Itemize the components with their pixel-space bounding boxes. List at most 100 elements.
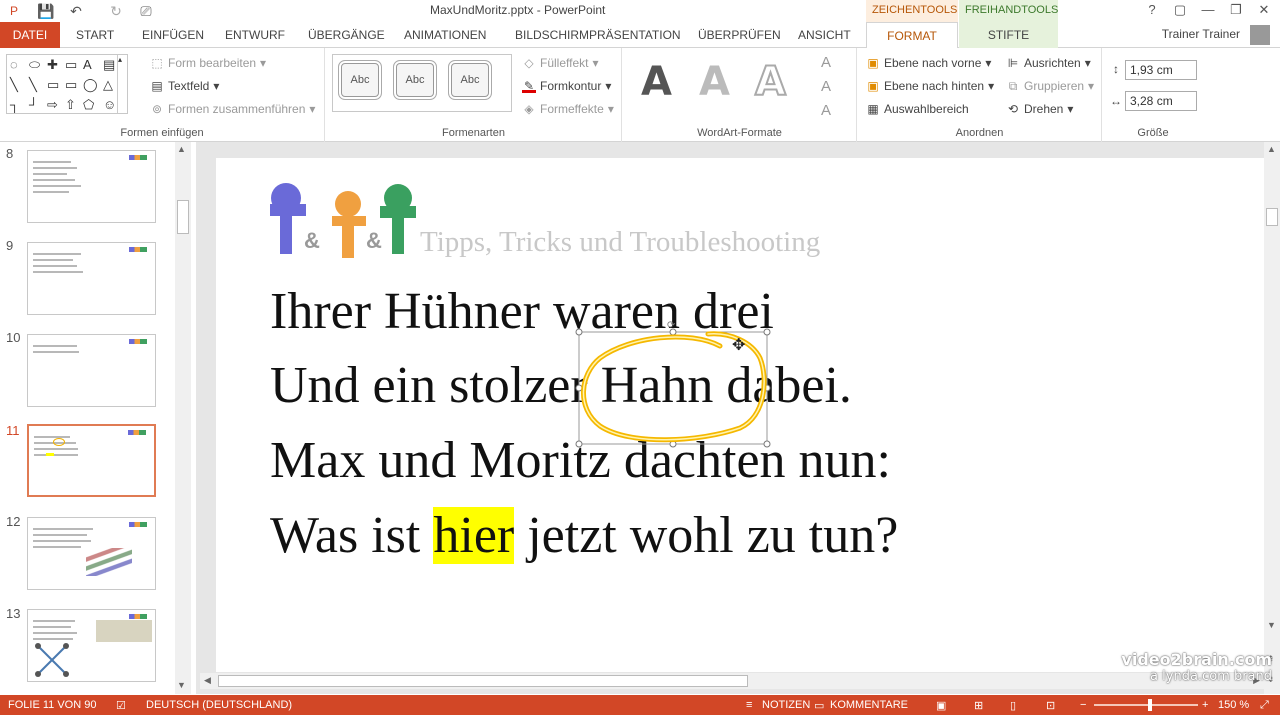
textfeld-button[interactable]: ▤ Textfeld ▾ — [150, 79, 219, 93]
shape-icon[interactable]: A — [83, 57, 92, 72]
tab-format[interactable]: FORMAT — [866, 22, 958, 49]
notes-button[interactable]: NOTIZEN — [762, 699, 810, 711]
ribbon-display-button[interactable]: ▢ — [1166, 0, 1194, 20]
slideshow-icon[interactable]: ⊡ — [1046, 699, 1055, 712]
shapes-gallery[interactable]: ◌ ⬭ ✚ ▭ A ▤ ╲ ╲ ▭ ▭ ◯ △ ┐ ┘ ⇨ ⇧ ⬠ ☺ ▴ — [6, 54, 128, 114]
zoom-level[interactable]: 150 % — [1218, 699, 1249, 711]
shape-icon[interactable]: ╲ — [29, 77, 37, 93]
reading-view-icon[interactable]: ▯ — [1010, 699, 1016, 712]
shape-icon[interactable]: ╲ — [10, 77, 18, 93]
tab-entwurf[interactable]: ENTWURF — [213, 22, 297, 48]
shape-icon[interactable]: △ — [103, 77, 113, 93]
user-account[interactable]: Trainer Trainer — [1162, 27, 1240, 41]
normal-view-icon[interactable]: ▣ — [936, 699, 946, 712]
minimize-button[interactable]: — — [1194, 0, 1222, 20]
tab-einfuegen[interactable]: EINFÜGEN — [130, 22, 216, 48]
formeffekte-button[interactable]: ◈ Formeffekte ▾ — [522, 102, 613, 116]
redo-icon[interactable]: ↻ — [106, 1, 126, 21]
spellcheck-icon[interactable]: ☑ — [116, 699, 126, 712]
shape-icon[interactable]: ☺ — [103, 97, 116, 112]
text-outline-icon[interactable]: A — [821, 78, 831, 95]
shape-style-1[interactable]: Abc — [338, 60, 382, 100]
shape-icon[interactable]: ▭ — [47, 77, 59, 93]
slide-thumbnail-8[interactable] — [27, 150, 156, 223]
help-button[interactable]: ? — [1138, 0, 1166, 20]
auswahlbereich-button[interactable]: ▦ Auswahlbereich — [866, 102, 968, 116]
gruppieren-button[interactable]: ⧉ Gruppieren ▾ — [1006, 79, 1094, 93]
ink-annotation[interactable]: ⟳ ✥ — [570, 318, 780, 458]
fit-to-window-icon[interactable]: ⤢ — [1260, 699, 1269, 712]
comments-button[interactable]: KOMMENTARE — [830, 699, 908, 711]
slide-thumbnail-11[interactable] — [27, 424, 156, 497]
tab-ansicht[interactable]: ANSICHT — [786, 22, 863, 48]
wordart-style-3[interactable]: A — [754, 59, 787, 105]
slide-thumbnail-13[interactable] — [27, 609, 156, 682]
horizontal-scrollbar[interactable]: ◀ ▶ — [200, 673, 1264, 689]
shape-icon[interactable]: ⬭ — [29, 57, 40, 73]
vertical-scrollbar[interactable]: ▲ ▼ ⇞ ⇟ — [1264, 142, 1280, 694]
gallery-scroll-icon[interactable]: ▴ — [117, 55, 127, 113]
width-input[interactable]: 3,28 cm — [1125, 91, 1197, 111]
shape-icon[interactable]: ⇨ — [47, 97, 58, 113]
slide-thumbnail-9[interactable] — [27, 242, 156, 315]
shape-icon[interactable]: ◌ — [10, 57, 18, 72]
zoom-slider-thumb[interactable] — [1148, 699, 1152, 711]
wordart-style-1[interactable]: A — [641, 60, 672, 104]
tab-animationen[interactable]: ANIMATIONEN — [392, 22, 498, 48]
shape-style-3[interactable]: Abc — [448, 60, 492, 100]
scroll-up-icon[interactable]: ▲ — [177, 144, 186, 154]
slide-thumbnail-12[interactable] — [27, 517, 156, 590]
tab-stifte[interactable]: STIFTE — [959, 22, 1058, 48]
drehen-button[interactable]: ⟲ Drehen ▾ — [1006, 102, 1073, 116]
shape-icon[interactable]: ⇧ — [65, 97, 76, 113]
scrollbar-thumb[interactable] — [177, 200, 189, 234]
scroll-up-icon[interactable]: ▲ — [1267, 144, 1276, 154]
tab-start[interactable]: START — [64, 22, 126, 48]
scroll-down-icon[interactable]: ▼ — [177, 680, 186, 690]
thumbnail-scrollbar[interactable]: ▲ ▼ — [175, 142, 191, 694]
restore-button[interactable]: ❐ — [1222, 0, 1250, 20]
formkontur-button[interactable]: ✎ Formkontur ▾ — [522, 79, 611, 93]
zoom-in-icon[interactable]: + — [1202, 699, 1208, 711]
scroll-left-icon[interactable]: ◀ — [204, 675, 211, 686]
tab-ueberpruefen[interactable]: ÜBERPRÜFEN — [686, 22, 793, 48]
shape-icon[interactable]: ⬠ — [83, 97, 94, 113]
tab-datei[interactable]: DATEI — [0, 22, 60, 48]
scrollbar-thumb[interactable] — [1266, 208, 1278, 226]
shape-icon[interactable]: ▤ — [103, 57, 115, 73]
form-bearbeiten-button[interactable]: ⬚ Form bearbeiten ▾ — [150, 56, 266, 70]
undo-icon[interactable]: ↶ — [66, 1, 86, 21]
tab-uebergaenge[interactable]: ÜBERGÄNGE — [296, 22, 397, 48]
shape-style-2[interactable]: Abc — [393, 60, 437, 100]
avatar[interactable] — [1250, 25, 1270, 45]
formen-zusammenfuehren-button[interactable]: ⊚ Formen zusammenführen ▾ — [150, 102, 315, 116]
scroll-down-icon[interactable]: ▼ — [1267, 620, 1276, 630]
notes-icon[interactable]: ≡ — [746, 699, 752, 711]
ebene-nach-hinten-button[interactable]: ▣ Ebene nach hinten ▾ — [866, 79, 994, 93]
slide-sorter-icon[interactable]: ⊞ — [974, 699, 983, 712]
slide-thumbnail-10[interactable] — [27, 334, 156, 407]
wordart-style-2[interactable]: A — [699, 60, 730, 104]
ebene-nach-vorne-button[interactable]: ▣ Ebene nach vorne ▾ — [866, 56, 991, 70]
save-icon[interactable]: 💾 — [36, 1, 56, 21]
ausrichten-button[interactable]: ⊫ Ausrichten ▾ — [1006, 56, 1091, 70]
powerpoint-icon[interactable]: P — [4, 1, 24, 21]
shape-icon[interactable]: ✚ — [47, 57, 58, 73]
shape-icon[interactable]: ┘ — [29, 97, 38, 112]
height-input[interactable]: 1,93 cm — [1125, 60, 1197, 80]
zoom-out-icon[interactable]: − — [1080, 699, 1086, 711]
scrollbar-thumb[interactable] — [218, 675, 748, 687]
language-indicator[interactable]: DEUTSCH (DEUTSCHLAND) — [146, 699, 292, 711]
shape-icon[interactable]: ┐ — [10, 97, 19, 112]
fuelleffekt-button[interactable]: ◇ Fülleffekt ▾ — [522, 56, 598, 70]
present-icon[interactable]: ⎚ — [136, 1, 156, 21]
shape-icon[interactable]: ▭ — [65, 57, 77, 73]
text-effects-icon[interactable]: A — [821, 102, 831, 119]
zoom-slider[interactable] — [1094, 699, 1198, 711]
close-button[interactable]: ✕ — [1250, 0, 1278, 20]
text-fill-icon[interactable]: A — [821, 54, 831, 71]
comments-icon[interactable]: ▭ — [814, 699, 824, 712]
shape-icon[interactable]: ◯ — [83, 77, 98, 93]
shape-icon[interactable]: ▭ — [65, 77, 77, 93]
tab-bildschirmpraesentation[interactable]: BILDSCHIRMPRÄSENTATION — [503, 22, 693, 48]
